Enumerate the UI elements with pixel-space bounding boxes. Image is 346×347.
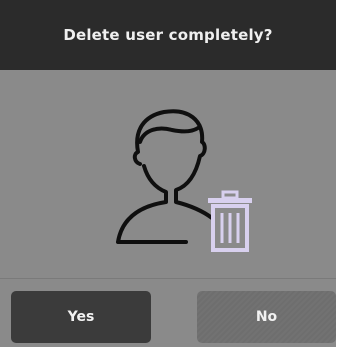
- no-button[interactable]: No: [197, 291, 336, 343]
- trash-can-icon: [208, 190, 252, 252]
- yes-button-label: Yes: [67, 309, 95, 325]
- delete-user-dialog: Delete user completely? Yes No: [0, 0, 336, 347]
- yes-button[interactable]: Yes: [11, 291, 151, 343]
- dialog-footer: Yes No: [0, 279, 336, 347]
- dialog-body: [0, 70, 336, 278]
- user-silhouette-icon: [116, 109, 214, 244]
- no-button-label: No: [255, 309, 278, 325]
- dialog-header: Delete user completely?: [0, 0, 336, 70]
- dialog-title: Delete user completely?: [63, 26, 273, 44]
- delete-user-illustration: [116, 109, 252, 252]
